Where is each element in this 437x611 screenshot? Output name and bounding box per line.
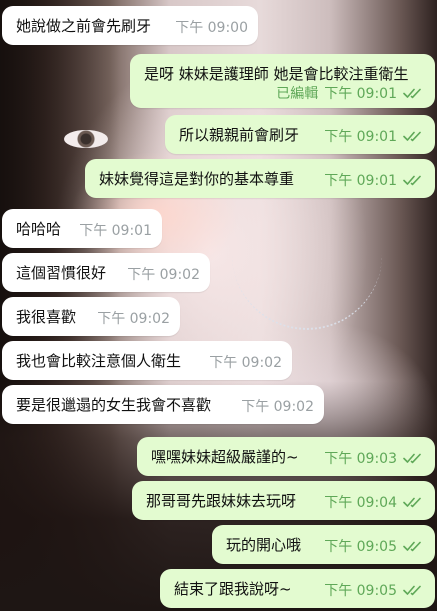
message-meta: 下午 09:04 xyxy=(324,492,425,512)
message-meta: 下午 09:02 xyxy=(97,308,170,328)
message-time: 下午 09:01 xyxy=(324,86,397,102)
message-bubble-incoming[interactable]: 要是很邋遢的女生我會不喜歡 下午 09:02 xyxy=(2,385,324,424)
message-meta: 下午 09:01 xyxy=(79,220,152,240)
message-meta: 下午 09:02 xyxy=(127,264,200,284)
message-text: 這個習慣很好 xyxy=(16,264,107,282)
message-meta: 下午 09:02 xyxy=(241,396,314,416)
message-time: 下午 09:03 xyxy=(324,451,397,467)
message-meta: 下午 09:05 xyxy=(324,536,425,556)
message-time: 下午 09:02 xyxy=(97,311,170,327)
message-bubble-incoming[interactable]: 我也會比較注意個人衛生 下午 09:02 xyxy=(2,341,292,380)
edited-label: 已編輯 xyxy=(276,86,319,102)
message-bubble-incoming[interactable]: 她說做之前會先刷牙 下午 09:00 xyxy=(2,6,258,45)
message-bubble-outgoing[interactable]: 那哥哥先跟妹妹去玩呀 下午 09:04 xyxy=(132,481,435,520)
message-meta: 下午 09:00 xyxy=(175,17,248,37)
message-bubble-outgoing[interactable]: 玩的開心哦 下午 09:05 xyxy=(212,525,435,564)
message-meta: 下午 09:02 xyxy=(209,352,282,372)
message-time: 下午 09:05 xyxy=(324,583,397,599)
message-time: 下午 09:05 xyxy=(324,539,397,555)
message-text: 結束了跟我說呀~ xyxy=(174,580,292,598)
message-text: 我很喜歡 xyxy=(16,308,77,326)
double-check-icon xyxy=(403,88,421,99)
message-time: 下午 09:02 xyxy=(241,399,314,415)
double-check-icon xyxy=(403,131,421,142)
message-time: 下午 09:01 xyxy=(324,173,397,189)
message-meta: 下午 09:01 xyxy=(324,126,425,146)
message-time: 下午 09:02 xyxy=(209,355,282,371)
double-check-icon xyxy=(403,175,421,186)
message-time: 下午 09:01 xyxy=(324,129,397,145)
message-text: 玩的開心哦 xyxy=(226,536,302,554)
message-meta: 已編輯 下午 09:01 xyxy=(276,83,425,103)
message-bubble-incoming[interactable]: 哈哈哈 下午 09:01 xyxy=(2,209,162,248)
message-meta: 下午 09:03 xyxy=(324,448,425,468)
message-bubble-outgoing[interactable]: 是呀 妹妹是護理師 她是會比較注重衛生 已編輯 下午 09:01 xyxy=(130,54,435,108)
message-time: 下午 09:00 xyxy=(175,20,248,36)
message-text: 要是很邋遢的女生我會不喜歡 xyxy=(16,396,212,414)
message-time: 下午 09:01 xyxy=(79,223,152,239)
message-text: 那哥哥先跟妹妹去玩呀 xyxy=(146,492,297,510)
message-bubble-outgoing[interactable]: 妹妹覺得這是對你的基本尊重 下午 09:01 xyxy=(85,159,435,198)
wallpaper-eye-left xyxy=(64,130,108,148)
message-bubble-outgoing[interactable]: 所以親親前會刷牙 下午 09:01 xyxy=(165,115,435,154)
double-check-icon xyxy=(403,453,421,464)
message-text: 是呀 妹妹是護理師 她是會比較注重衛生 xyxy=(144,65,409,83)
message-bubble-outgoing[interactable]: 嘿嘿妹妹超級嚴謹的~ 下午 09:03 xyxy=(137,437,435,476)
message-bubble-incoming[interactable]: 這個習慣很好 下午 09:02 xyxy=(2,253,210,292)
double-check-icon xyxy=(403,541,421,552)
message-text: 哈哈哈 xyxy=(16,220,62,238)
message-text: 我也會比較注意個人衛生 xyxy=(16,352,182,370)
message-text: 嘿嘿妹妹超級嚴謹的~ xyxy=(151,448,299,466)
message-meta: 下午 09:05 xyxy=(324,580,425,600)
message-meta: 下午 09:01 xyxy=(324,170,425,190)
message-bubble-outgoing[interactable]: 結束了跟我說呀~ 下午 09:05 xyxy=(160,569,435,608)
double-check-icon xyxy=(403,497,421,508)
message-text: 所以親親前會刷牙 xyxy=(179,126,300,144)
double-check-icon xyxy=(403,585,421,596)
message-time: 下午 09:02 xyxy=(127,267,200,283)
message-text: 她說做之前會先刷牙 xyxy=(16,17,152,35)
message-bubble-incoming[interactable]: 我很喜歡 下午 09:02 xyxy=(2,297,180,336)
message-text: 妹妹覺得這是對你的基本尊重 xyxy=(99,170,295,188)
message-time: 下午 09:04 xyxy=(324,495,397,511)
